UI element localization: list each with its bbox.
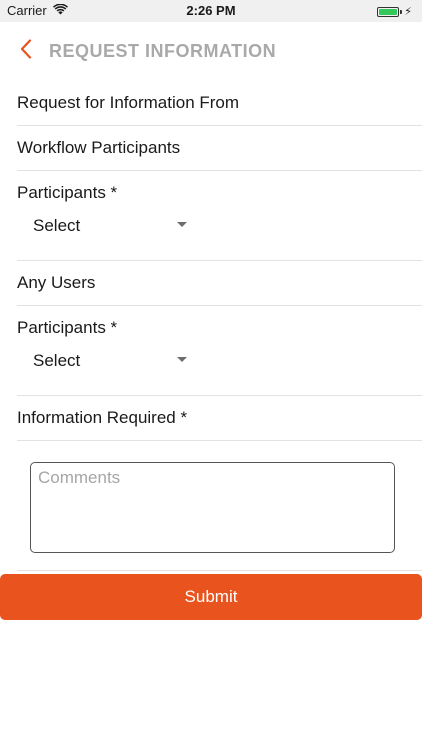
divider: [17, 305, 422, 306]
divider: [17, 395, 422, 396]
charging-icon: ⚡: [404, 6, 412, 18]
divider: [17, 125, 422, 126]
comments-field[interactable]: [30, 462, 395, 553]
any-users-participants-select-value: Select: [33, 351, 81, 370]
workflow-participants-select[interactable]: Select: [33, 213, 193, 239]
any-users-participants-label: Participants *: [17, 318, 118, 337]
divider: [17, 570, 422, 571]
battery-icon: ⚡: [377, 5, 412, 18]
workflow-participants-select-value: Select: [33, 216, 81, 235]
status-bar: Carrier 2:26 PM ⚡: [0, 0, 422, 22]
workflow-participants-section: Workflow Participants: [17, 138, 181, 157]
battery-body: [377, 6, 400, 17]
battery-fill: [379, 8, 398, 15]
information-required-label: Information Required *: [17, 408, 188, 427]
page-title: REQUEST INFORMATION: [49, 41, 277, 61]
battery-cap: [400, 9, 403, 14]
caret-down-icon: [177, 222, 187, 227]
divider: [17, 170, 422, 171]
any-users-section: Any Users: [17, 273, 96, 292]
back-button[interactable]: [12, 36, 40, 66]
caret-down-icon: [177, 357, 187, 362]
workflow-participants-label: Participants *: [17, 183, 118, 202]
submit-button[interactable]: Submit: [0, 574, 422, 620]
status-time: 2:26 PM: [186, 3, 236, 18]
any-users-participants-select[interactable]: Select: [33, 348, 193, 374]
divider: [17, 260, 422, 261]
nav-bar: REQUEST INFORMATION: [0, 22, 422, 80]
request-from-label: Request for Information From: [17, 93, 240, 112]
divider: [17, 440, 422, 441]
chevron-left-icon: [20, 38, 32, 64]
